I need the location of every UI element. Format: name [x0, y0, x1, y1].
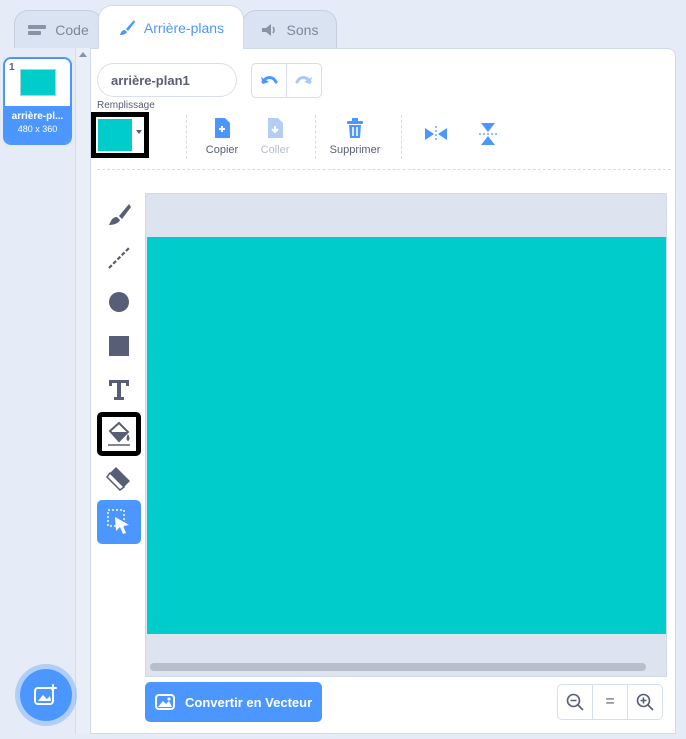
divider	[401, 115, 402, 159]
image-icon	[155, 694, 175, 710]
divider	[186, 115, 187, 159]
flip-horizontal-button[interactable]	[423, 121, 449, 147]
chevron-down-icon	[136, 130, 142, 134]
tab-backdrops-label: Arrière-plans	[143, 19, 225, 36]
fill-color-picker[interactable]	[91, 112, 149, 158]
code-icon	[28, 24, 47, 35]
copy-label: Copier	[205, 144, 239, 156]
circle-tool[interactable]	[97, 280, 141, 324]
brush-icon	[119, 19, 135, 35]
convert-label: Convertir en Vecteur	[185, 694, 313, 710]
backdrop-thumbnail[interactable]: 1 arrière-pl... 480 x 360	[3, 57, 72, 145]
convert-to-vector-button[interactable]: Convertir en Vecteur	[145, 682, 322, 722]
backdrop-preview	[20, 69, 56, 96]
horizontal-scrollbar[interactable]	[150, 663, 646, 671]
line-icon	[108, 247, 130, 269]
bottom-border	[0, 734, 686, 739]
rectangle-icon	[109, 336, 129, 356]
redo-icon	[295, 75, 312, 84]
backdrop-info: arrière-pl... 480 x 360	[5, 106, 70, 143]
eraser-tool[interactable]	[97, 456, 141, 500]
fill-color-swatch	[98, 119, 132, 151]
backdrop-bitmap	[147, 237, 666, 634]
line-tool[interactable]	[97, 236, 141, 280]
toolbar-divider	[97, 169, 671, 170]
undo-icon	[261, 75, 278, 84]
tab-code-label: Code	[55, 21, 89, 38]
flip-vertical-icon	[479, 123, 497, 145]
text-icon	[109, 380, 129, 400]
drawing-canvas[interactable]	[145, 193, 667, 677]
zoom-reset-button[interactable]: =	[592, 685, 627, 719]
brush-icon	[109, 204, 131, 225]
copy-button[interactable]: Copier	[192, 115, 252, 159]
eraser-icon	[106, 467, 130, 491]
trash-icon	[347, 118, 363, 138]
backdrop-number: 1	[9, 62, 15, 73]
copy-icon	[215, 118, 230, 138]
zoom-out-button[interactable]	[558, 685, 592, 719]
flip-vertical-button[interactable]	[475, 121, 501, 147]
fill-label: Remplissage	[97, 100, 155, 111]
undo-button[interactable]	[252, 64, 286, 97]
add-image-icon	[34, 684, 57, 705]
delete-label: Supprimer	[329, 144, 381, 156]
zoom-controls: =	[557, 684, 663, 720]
scroll-up-icon[interactable]	[79, 52, 87, 57]
text-tool[interactable]	[97, 368, 141, 412]
backdrop-size: 480 x 360	[17, 124, 58, 134]
backdrop-name-input[interactable]	[97, 63, 237, 97]
tab-code[interactable]: Code	[14, 10, 102, 48]
rectangle-tool[interactable]	[97, 324, 141, 368]
delete-button[interactable]: Supprimer	[325, 115, 385, 159]
add-backdrop-button[interactable]	[20, 669, 72, 721]
paste-label: Coller	[260, 144, 290, 156]
paste-button[interactable]: Coller	[245, 115, 305, 159]
redo-button[interactable]	[286, 64, 321, 97]
zoom-out-icon	[566, 693, 584, 711]
speaker-icon	[261, 23, 275, 36]
zoom-in-icon	[636, 693, 654, 711]
flip-horizontal-icon	[425, 126, 447, 142]
select-icon	[107, 509, 129, 534]
zoom-reset-label: =	[605, 693, 615, 710]
undo-redo-group	[251, 63, 322, 98]
backdrop-name: arrière-pl...	[11, 111, 64, 122]
divider	[315, 115, 316, 159]
fill-tool[interactable]	[97, 412, 141, 456]
paste-icon	[268, 118, 283, 138]
backdrop-list-scrollbar[interactable]	[75, 48, 90, 739]
zoom-in-button[interactable]	[627, 685, 662, 719]
tab-sounds-label: Sons	[286, 21, 319, 38]
paint-editor: Remplissage Copier Coller	[90, 48, 676, 734]
paint-bucket-icon	[108, 421, 130, 446]
tab-backdrops[interactable]: Arrière-plans	[98, 5, 244, 49]
tab-sounds[interactable]: Sons	[242, 10, 337, 48]
editor-tabs: Code Arrière-plans Sons	[0, 0, 686, 49]
brush-tool[interactable]	[97, 192, 141, 236]
select-tool[interactable]	[97, 500, 141, 544]
circle-icon	[109, 292, 129, 312]
